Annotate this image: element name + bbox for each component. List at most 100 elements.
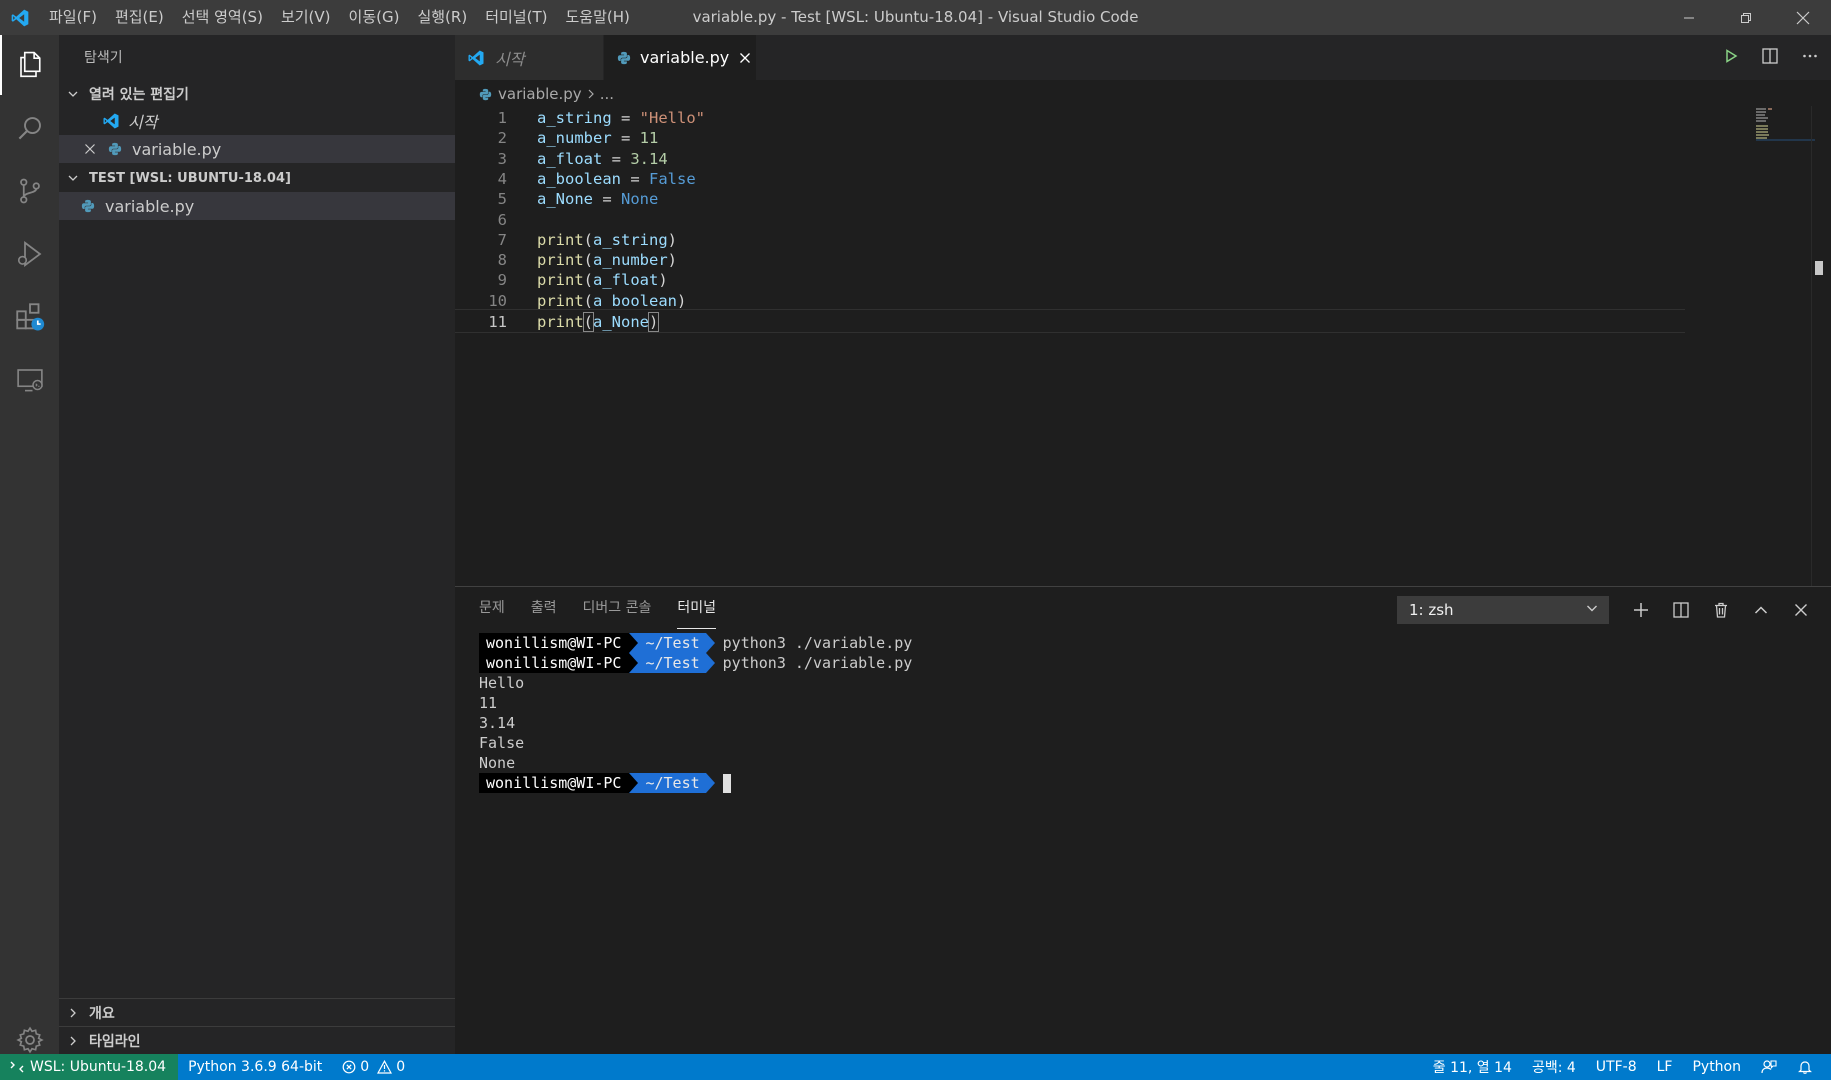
vscode-logo-icon [100,110,122,132]
extensions-icon [15,303,44,331]
code-token: a_boolean [537,169,621,188]
vscode-logo-icon [0,0,40,35]
tab-label: 시작 [495,49,525,69]
menu-go[interactable]: 이동(G) [340,0,409,35]
problems-indicator[interactable]: 0 0 [332,1054,415,1080]
timeline-label: 타임라인 [89,1034,141,1050]
tab-terminal[interactable]: 터미널 [677,587,717,629]
tab-problems[interactable]: 문제 [479,587,505,629]
chevron-right-icon [59,1035,83,1047]
language-mode[interactable]: Python [1682,1054,1751,1080]
extensions-activity-button[interactable] [0,287,59,347]
open-editors-header[interactable]: 열려 있는 편집기 [59,81,455,107]
run-python-button[interactable] [1723,48,1739,68]
code-token: = [621,169,649,188]
status-bar-right: 줄 11, 열 14 공백: 4 UTF-8 LF Python [1423,1054,1823,1080]
error-icon [342,1060,356,1074]
indentation[interactable]: 공백: 4 [1522,1054,1586,1080]
panel-actions [1630,596,1812,624]
run-debug-icon [17,241,41,267]
terminal-selector[interactable]: 1: zsh [1397,596,1609,624]
minimize-button[interactable] [1660,0,1717,35]
new-terminal-button[interactable] [1630,596,1652,624]
bell-icon [1798,1061,1812,1074]
remote-explorer-icon [16,369,43,392]
tab-label: variable.py [640,48,730,67]
sidebar-title: 탐색기 [84,50,123,66]
kill-terminal-button[interactable] [1710,596,1732,624]
menu-file[interactable]: 파일(F) [40,0,106,35]
terminal-output[interactable]: wonillism@WI-PC ~/Test python3 ./variable.… [479,633,912,793]
timeline-header[interactable]: 타임라인 [59,1028,455,1054]
prompt-arrow [705,633,715,653]
feedback-button[interactable] [1751,1054,1787,1080]
python-interpreter[interactable]: Python 3.6.9 64-bit [178,1054,332,1080]
tab-welcome[interactable]: 시작 [455,35,604,80]
code-token: 11 [639,129,659,148]
menu-edit[interactable]: 편집(E) [106,0,173,35]
code-token: ( [583,230,594,249]
split-editor-button[interactable] [1761,47,1779,69]
menu-help[interactable]: 도움말(H) [556,0,638,35]
maximize-panel-button[interactable] [1750,596,1772,624]
menu-selection[interactable]: 선택 영역(S) [173,0,272,35]
code-token: "Hello" [639,109,705,127]
code-token: a_float [537,149,603,168]
workspace-folder-header[interactable]: TEST [WSL: UBUNTU-18.04] [59,165,455,191]
tab-variable-py[interactable]: variable.py [604,35,756,80]
minimap-preview [1756,108,1815,141]
breadcrumb-symbols[interactable]: ... [600,85,614,103]
code-token: ) [667,251,678,270]
more-actions-button[interactable] [1801,47,1819,69]
tab-debug-console[interactable]: 디버그 콘솔 [583,587,652,629]
explorer-activity-button[interactable] [0,35,59,95]
code-line[interactable]: 11 print(a_None) [455,309,1685,333]
code-token: a_None [537,190,593,209]
source-control-activity-button[interactable] [0,161,59,221]
run-debug-activity-button[interactable] [0,224,59,284]
outline-label: 개요 [89,1006,115,1022]
error-count: 0 [360,1059,370,1075]
open-editor-item-welcome[interactable]: 시작 [59,107,455,135]
close-editor-icon[interactable] [84,143,100,155]
restore-button[interactable] [1717,0,1774,35]
terminal-output-line: None [479,754,516,772]
remote-indicator[interactable]: WSL: Ubuntu-18.04 [0,1054,179,1080]
minimap[interactable] [1700,106,1815,586]
file-item-variable-py[interactable]: variable.py [59,192,455,220]
breadcrumb-file[interactable]: variable.py [498,85,582,103]
warning-icon [377,1060,393,1074]
terminal-command: python3 ./variable.py [722,634,913,652]
line-number: 11 [488,313,507,331]
chevron-down-icon [59,88,83,100]
open-editor-item-variable-py[interactable]: variable.py [59,135,455,163]
cursor-position[interactable]: 줄 11, 열 14 [1423,1054,1522,1080]
divider [59,998,455,999]
close-tab-icon[interactable] [739,52,751,64]
code-token: ) [647,312,660,332]
remote-explorer-activity-button[interactable] [0,350,59,410]
editor-scrollbar[interactable] [1811,106,1825,586]
chevron-down-icon [1585,601,1599,619]
close-panel-button[interactable] [1790,596,1812,624]
code-token: print [537,291,584,310]
outline-header[interactable]: 개요 [59,1000,455,1026]
end-of-line[interactable]: LF [1647,1054,1683,1080]
code-token: a_string [593,230,668,249]
close-window-button[interactable] [1774,0,1831,35]
explorer-sidebar: 탐색기 열려 있는 편집기 시작 variable.py TEST [WSL: … [59,35,455,1054]
search-activity-button[interactable] [0,98,59,158]
split-terminal-button[interactable] [1670,596,1692,624]
menu-run[interactable]: 실행(R) [408,0,476,35]
tab-output[interactable]: 출력 [531,587,557,629]
menu-view[interactable]: 보기(V) [272,0,340,35]
encoding[interactable]: UTF-8 [1586,1054,1647,1080]
code-token: a_float [593,271,659,290]
menu-terminal[interactable]: 터미널(T) [476,0,556,35]
notifications-button[interactable] [1787,1054,1823,1080]
prompt-directory: ~/Test [629,773,706,793]
minimize-icon [1683,17,1694,18]
editor-tabs: 시작 variable.py [455,35,1831,80]
terminal-prompt-line: wonillism@WI-PC ~/Test python3 ./variable.… [479,633,912,653]
prompt-user: wonillism@WI-PC [479,633,630,653]
